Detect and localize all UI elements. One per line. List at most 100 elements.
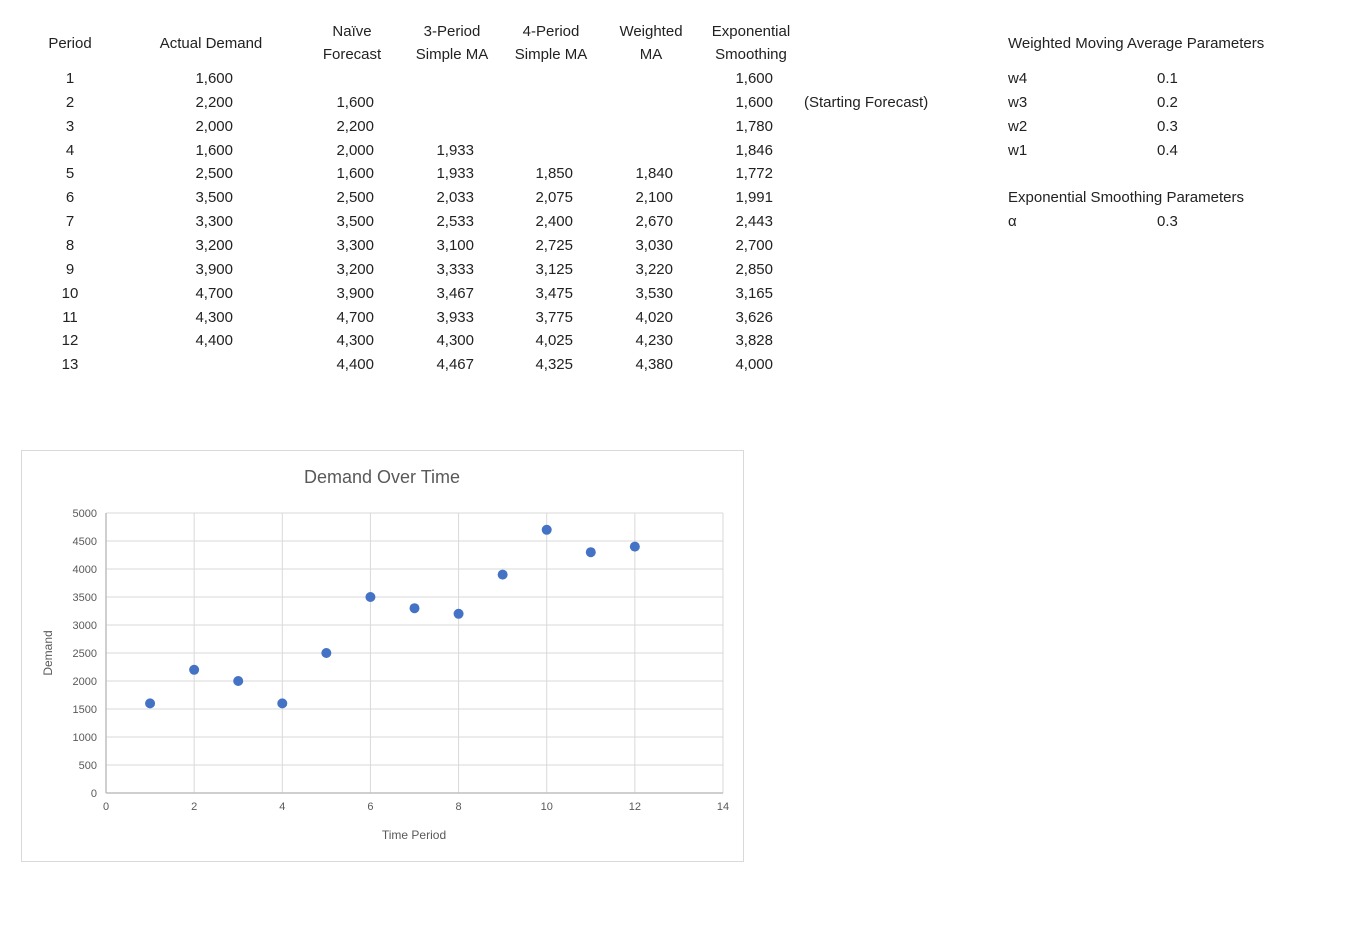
data-point[interactable]	[365, 592, 376, 602]
wma-param-value-w3[interactable]: 0.2	[1157, 93, 1178, 113]
cell-sma4[interactable]: 3,125	[493, 260, 573, 280]
cell-sma3[interactable]: 3,467	[394, 284, 474, 304]
data-point[interactable]	[233, 676, 244, 686]
cell-es[interactable]: 2,443	[693, 212, 773, 232]
cell-sma4[interactable]: 2,400	[493, 212, 573, 232]
cell-naive[interactable]: 1,600	[294, 93, 374, 113]
cell-wma[interactable]: 2,100	[593, 188, 673, 208]
cell-es[interactable]: 1,846	[693, 141, 773, 161]
cell-period[interactable]: 11	[40, 308, 100, 328]
cell-sma4[interactable]: 1,850	[493, 164, 573, 184]
y-tick-label: 4500	[73, 536, 97, 548]
cell-naive[interactable]: 3,500	[294, 212, 374, 232]
wma-param-value-w2[interactable]: 0.3	[1157, 117, 1178, 137]
cell-es[interactable]: 4,000	[693, 355, 773, 375]
cell-actual[interactable]: 3,300	[153, 212, 233, 232]
cell-es[interactable]: 3,626	[693, 308, 773, 328]
cell-period[interactable]: 1	[40, 69, 100, 89]
cell-wma[interactable]: 4,380	[593, 355, 673, 375]
cell-naive[interactable]: 3,200	[294, 260, 374, 280]
data-point[interactable]	[277, 698, 288, 709]
cell-actual[interactable]: 4,400	[153, 331, 233, 351]
cell-sma3[interactable]: 4,467	[394, 355, 474, 375]
cell-sma3[interactable]: 3,100	[394, 236, 474, 256]
cell-naive[interactable]: 2,500	[294, 188, 374, 208]
cell-period[interactable]: 12	[40, 331, 100, 351]
data-point[interactable]	[321, 648, 332, 658]
cell-actual[interactable]: 2,200	[153, 93, 233, 113]
cell-wma[interactable]: 1,840	[593, 164, 673, 184]
data-point[interactable]	[409, 603, 420, 614]
data-point[interactable]	[497, 569, 508, 580]
cell-wma[interactable]: 2,670	[593, 212, 673, 232]
cell-wma[interactable]: 3,030	[593, 236, 673, 256]
cell-es[interactable]: 1,991	[693, 188, 773, 208]
cell-period[interactable]: 6	[40, 188, 100, 208]
cell-es[interactable]: 1,600	[693, 69, 773, 89]
cell-naive[interactable]: 1,600	[294, 164, 374, 184]
cell-wma[interactable]: 4,020	[593, 308, 673, 328]
cell-naive[interactable]: 4,300	[294, 331, 374, 351]
cell-wma[interactable]: 3,530	[593, 284, 673, 304]
cell-es[interactable]: 1,780	[693, 117, 773, 137]
cell-sma4[interactable]: 2,725	[493, 236, 573, 256]
data-point[interactable]	[453, 608, 464, 619]
cell-sma3[interactable]: 3,933	[394, 308, 474, 328]
cell-period[interactable]: 9	[40, 260, 100, 280]
cell-es[interactable]: 1,772	[693, 164, 773, 184]
cell-sma3[interactable]: 1,933	[394, 141, 474, 161]
cell-wma[interactable]: 3,220	[593, 260, 673, 280]
cell-actual[interactable]: 2,000	[153, 117, 233, 137]
cell-sma3[interactable]: 4,300	[394, 331, 474, 351]
cell-period[interactable]: 10	[40, 284, 100, 304]
cell-period[interactable]: 7	[40, 212, 100, 232]
cell-sma4[interactable]: 4,325	[493, 355, 573, 375]
cell-es[interactable]: 3,828	[693, 331, 773, 351]
cell-sma3[interactable]: 3,333	[394, 260, 474, 280]
cell-es[interactable]: 2,850	[693, 260, 773, 280]
cell-naive[interactable]: 3,300	[294, 236, 374, 256]
cell-naive[interactable]: 3,900	[294, 284, 374, 304]
data-point[interactable]	[145, 698, 156, 709]
data-point[interactable]	[189, 664, 200, 675]
cell-naive[interactable]: 4,700	[294, 308, 374, 328]
cell-actual[interactable]: 3,900	[153, 260, 233, 280]
cell-period[interactable]: 3	[40, 117, 100, 137]
data-point[interactable]	[541, 524, 552, 535]
cell-actual[interactable]: 3,200	[153, 236, 233, 256]
data-point[interactable]	[629, 541, 640, 552]
cell-sma4[interactable]: 3,775	[493, 308, 573, 328]
cell-actual[interactable]: 2,500	[153, 164, 233, 184]
cell-period[interactable]: 4	[40, 141, 100, 161]
wma-param-value-w4[interactable]: 0.1	[1157, 69, 1178, 89]
cell-wma[interactable]: 4,230	[593, 331, 673, 351]
data-point[interactable]	[585, 547, 596, 558]
x-axis-title: Time Period	[382, 828, 446, 842]
cell-sma3[interactable]: 2,033	[394, 188, 474, 208]
cell-sma4[interactable]: 4,025	[493, 331, 573, 351]
cell-sma4[interactable]: 2,075	[493, 188, 573, 208]
es-param-value-alpha[interactable]: 0.3	[1157, 212, 1178, 232]
cell-es[interactable]: 1,600	[693, 93, 773, 113]
cell-naive[interactable]: 4,400	[294, 355, 374, 375]
cell-naive[interactable]: 2,000	[294, 141, 374, 161]
cell-sma4[interactable]: 3,475	[493, 284, 573, 304]
cell-period[interactable]: 5	[40, 164, 100, 184]
cell-es[interactable]: 2,700	[693, 236, 773, 256]
wma-param-value-w1[interactable]: 0.4	[1157, 141, 1178, 161]
cell-actual[interactable]: 1,600	[153, 141, 233, 161]
cell-actual[interactable]: 1,600	[153, 69, 233, 89]
cell-actual[interactable]: 3,500	[153, 188, 233, 208]
cell-period[interactable]: 13	[40, 355, 100, 375]
cell-es[interactable]: 3,165	[693, 284, 773, 304]
x-tick-label: 0	[103, 801, 109, 813]
chart-demand-over-time[interactable]: 0 500 1000 1500 2000 2500 3000 3500 4000 4500 5000…	[21, 450, 744, 862]
cell-period[interactable]: 8	[40, 236, 100, 256]
cell-actual[interactable]: 4,700	[153, 284, 233, 304]
cell-naive[interactable]: 2,200	[294, 117, 374, 137]
cell-sma3[interactable]: 1,933	[394, 164, 474, 184]
cell-actual[interactable]: 4,300	[153, 308, 233, 328]
wma-params-title: Weighted Moving Average Parameters	[1008, 35, 1265, 52]
cell-period[interactable]: 2	[40, 93, 100, 113]
cell-sma3[interactable]: 2,533	[394, 212, 474, 232]
